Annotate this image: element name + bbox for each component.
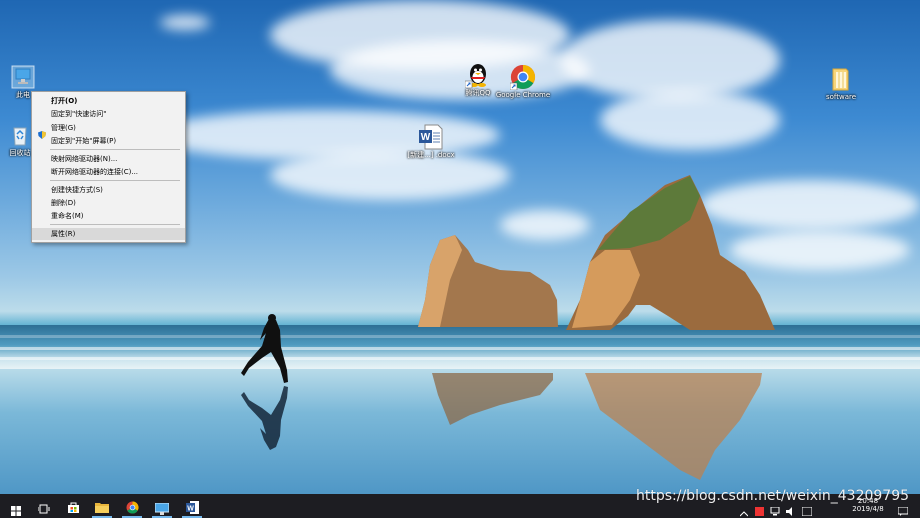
menu-item-label: 固定到"快速访问" xyxy=(51,110,107,118)
desktop-icon-word-doc[interactable]: W [新建...] .docx xyxy=(401,124,461,159)
recycle-bin-icon xyxy=(7,122,33,148)
store-button[interactable] xyxy=(59,494,87,518)
menu-item-map-network-drive[interactable]: 映射网络驱动器(N)... xyxy=(32,153,185,165)
menu-item-rename[interactable]: 重命名(M) xyxy=(32,210,185,222)
chrome-icon xyxy=(126,499,139,518)
menu-item-manage[interactable]: 管理(G) xyxy=(32,122,185,139)
menu-item-label: 映射网络驱动器(N)... xyxy=(51,155,118,163)
folder-icon xyxy=(95,499,109,518)
menu-item-properties[interactable]: 属性(R) xyxy=(32,228,185,240)
menu-item-create-shortcut[interactable]: 创建快捷方式(S) xyxy=(32,184,185,196)
chrome-taskbar-button[interactable] xyxy=(118,494,146,518)
menu-item-label: 属性(R) xyxy=(51,230,76,238)
menu-item-label: 固定到"开始"屏幕(P) xyxy=(51,137,117,145)
file-explorer-button[interactable] xyxy=(88,494,116,518)
menu-item-open[interactable]: 打开(O) xyxy=(32,95,185,107)
qq-penguin-icon xyxy=(464,62,491,89)
menu-item-disconnect-network-drive[interactable]: 断开网络驱动器的连接(C)... xyxy=(32,166,185,178)
svg-text:W: W xyxy=(421,132,431,143)
chrome-icon xyxy=(509,64,536,91)
clock-date: 2019/4/8 xyxy=(852,505,884,513)
menu-item-pin-quick-access[interactable]: 固定到"快速访问" xyxy=(32,108,185,120)
menu-item-label: 打开(O) xyxy=(51,97,78,105)
store-bag-icon xyxy=(67,499,80,518)
task-view-icon xyxy=(37,500,50,519)
desktop-icon-label: Google Chrome xyxy=(495,91,551,99)
task-view-button[interactable] xyxy=(30,494,58,518)
menu-item-label: 创建快捷方式(S) xyxy=(51,186,103,194)
menu-separator xyxy=(50,224,180,225)
watermark-url: https://blog.csdn.net/weixin_43209795 xyxy=(636,488,910,504)
menu-item-label: 重命名(M) xyxy=(51,212,84,220)
menu-item-label: 断开网络驱动器的连接(C)... xyxy=(51,168,139,176)
menu-item-pin-start[interactable]: 固定到"开始"屏幕(P) xyxy=(32,135,185,147)
context-menu: 打开(O) 固定到"快速访问" 管理(G) 固定到"开始"屏幕(P) 映射网络驱… xyxy=(31,91,186,243)
menu-item-label: 管理(G) xyxy=(51,124,76,132)
desktop-icon-software-folder[interactable]: software xyxy=(811,66,871,101)
start-button[interactable] xyxy=(2,494,30,518)
svg-text:W: W xyxy=(187,505,194,512)
menu-item-label: 删除(D) xyxy=(51,199,76,207)
folder-icon xyxy=(828,66,854,92)
desktop-icon-chrome[interactable]: Google Chrome xyxy=(493,64,553,99)
computer-icon xyxy=(10,64,36,90)
word-icon: W xyxy=(186,499,199,518)
shield-icon xyxy=(38,124,46,139)
control-panel-button[interactable] xyxy=(148,494,176,518)
menu-item-delete[interactable]: 删除(D) xyxy=(32,197,185,209)
windows-logo-icon xyxy=(11,501,21,520)
menu-separator xyxy=(50,149,180,150)
word-document-icon: W xyxy=(418,124,444,150)
chevron-up-icon[interactable] xyxy=(739,502,749,521)
menu-separator xyxy=(50,180,180,181)
word-taskbar-button[interactable]: W xyxy=(178,494,206,518)
desktop-icon-label: software xyxy=(825,93,857,101)
monitor-icon xyxy=(154,500,170,519)
desktop-icon-label: [新建...] .docx xyxy=(407,151,455,159)
